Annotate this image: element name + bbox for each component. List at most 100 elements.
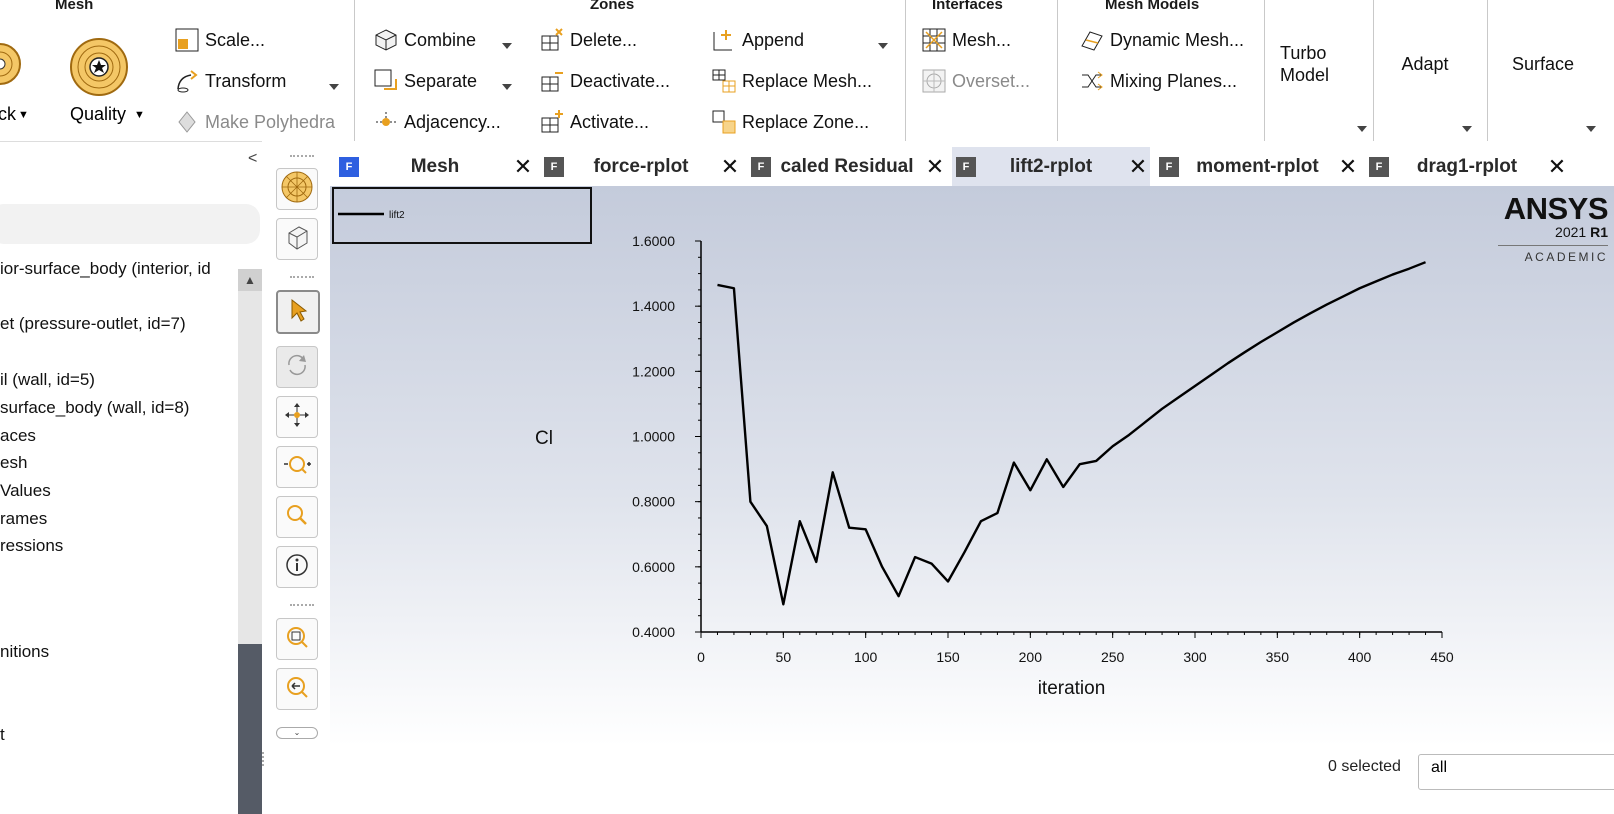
quality-label: Quality	[70, 104, 126, 125]
outline-tree-item[interactable]: rames	[0, 509, 47, 529]
replace-mesh-label: Replace Mesh...	[742, 71, 872, 92]
check-icon[interactable]	[0, 42, 22, 86]
outline-tree-item[interactable]: aces	[0, 426, 36, 446]
close-tab-icon[interactable]: ✕	[511, 154, 535, 180]
graphics-window[interactable]: 0.40000.60000.80001.00001.20001.40001.60…	[330, 186, 1614, 746]
tab-3[interactable]: Flift2-rplot✕	[952, 147, 1150, 186]
separate-button[interactable]: Separate	[374, 69, 477, 93]
check-button[interactable]: ck▼	[0, 104, 29, 125]
activate-grid-icon	[540, 110, 564, 134]
y-tick-label: 0.4000	[632, 624, 675, 640]
close-tab-icon[interactable]: ✕	[1336, 154, 1360, 180]
append-dropdown-icon[interactable]	[878, 43, 888, 49]
combine-dropdown-icon[interactable]	[502, 43, 512, 49]
rotate-button[interactable]	[276, 346, 318, 388]
overset-button[interactable]: Overset...	[922, 69, 1030, 93]
tab-0[interactable]: FMesh✕	[335, 147, 535, 186]
zoom-previous-button[interactable]	[276, 668, 318, 710]
outline-scrollbar[interactable]: ▲	[238, 269, 262, 791]
toolbar-grip[interactable]	[290, 276, 314, 284]
logo-brand: ANSYS	[1488, 194, 1608, 224]
outline-tree-item[interactable]: t	[0, 725, 5, 745]
fluent-window-icon: F	[1369, 157, 1389, 177]
append-button[interactable]: Append	[712, 28, 804, 52]
outline-tree-item[interactable]: esh	[0, 453, 27, 473]
zoom-to-fit-button[interactable]	[276, 618, 318, 660]
outline-tree-item[interactable]: surface_body (wall, id=8)	[0, 398, 189, 418]
y-tick-label: 1.0000	[632, 429, 675, 445]
x-tick-label: 250	[1101, 649, 1125, 665]
dynamic-mesh-label: Dynamic Mesh...	[1110, 30, 1244, 51]
mixing-planes-button[interactable]: Mixing Planes...	[1080, 69, 1237, 93]
quality-icon[interactable]	[70, 38, 128, 96]
y-axis-label: Cl	[535, 428, 553, 449]
turbo-dropdown-icon[interactable]	[1357, 126, 1367, 132]
close-tab-icon[interactable]: ✕	[923, 154, 947, 180]
adjacency-button[interactable]: Adjacency...	[374, 110, 501, 134]
scale-button[interactable]: Scale...	[175, 28, 265, 52]
toolbar-grip[interactable]	[290, 604, 314, 612]
logo-edition: ACADEMIC	[1488, 250, 1608, 264]
scrollbar-thumb[interactable]	[238, 644, 262, 814]
ribbon-divider	[1373, 0, 1374, 141]
turbo-model-button[interactable]: Turbo Model	[1280, 42, 1360, 86]
outline-tree-item[interactable]: ior-surface_body (interior, id	[0, 259, 211, 279]
combine-button[interactable]: Combine	[374, 28, 476, 52]
collapse-panel-button[interactable]: <	[248, 150, 257, 168]
interfaces-mesh-button[interactable]: Mesh...	[922, 28, 1011, 52]
tab-5[interactable]: Fdrag1-rplot✕	[1365, 147, 1569, 186]
make-polyhedra-button[interactable]: Make Polyhedra	[175, 110, 335, 134]
toolbar-more-button[interactable]: ⌄	[276, 727, 318, 739]
separate-label: Separate	[404, 71, 477, 92]
close-tab-icon[interactable]: ✕	[1126, 154, 1150, 180]
make-polyhedra-label: Make Polyhedra	[205, 112, 335, 133]
scale-icon	[175, 28, 199, 52]
zoom-button[interactable]	[276, 496, 318, 538]
outline-tree-item[interactable]: nitions	[0, 642, 49, 662]
x-tick-label: 100	[854, 649, 878, 665]
transform-button[interactable]: Transform	[175, 69, 286, 93]
separate-dropdown-icon[interactable]	[502, 84, 512, 90]
delete-zone-button[interactable]: Delete...	[540, 28, 637, 52]
toolbar-grip[interactable]	[290, 155, 314, 163]
surface-dropdown-icon[interactable]	[1586, 126, 1596, 132]
filter-search-input[interactable]	[0, 204, 260, 244]
selection-filter-select[interactable]: all	[1418, 754, 1614, 790]
dynamic-mesh-button[interactable]: Dynamic Mesh...	[1080, 28, 1244, 52]
close-tab-icon[interactable]: ✕	[1545, 154, 1569, 180]
tab-1[interactable]: Fforce-rplot✕	[540, 147, 742, 186]
graphics-statusbar: 0 selected all	[262, 746, 1614, 790]
tab-label: caled Residual	[771, 156, 923, 178]
mixing-planes-icon	[1080, 69, 1104, 93]
outline-tree-item[interactable]: et (pressure-outlet, id=7)	[0, 314, 186, 334]
deactivate-grid-icon	[540, 69, 564, 93]
zoom-in-out-button[interactable]	[276, 446, 318, 488]
probe-info-button[interactable]	[276, 546, 318, 588]
select-pointer-button[interactable]	[276, 290, 320, 334]
adapt-dropdown-icon[interactable]	[1462, 126, 1472, 132]
bounding-box-button[interactable]	[276, 218, 318, 260]
outline-tree-item[interactable]: il (wall, id=5)	[0, 370, 95, 390]
replace-zone-button[interactable]: Replace Zone...	[712, 110, 869, 134]
adapt-button[interactable]: Adapt	[1385, 53, 1465, 75]
close-tab-icon[interactable]: ✕	[718, 154, 742, 180]
replace-mesh-button[interactable]: Replace Mesh...	[712, 69, 872, 93]
outline-tree-item[interactable]: ressions	[0, 536, 63, 556]
lift-residual-plot: 0.40000.60000.80001.00001.20001.40001.60…	[330, 186, 1614, 746]
quality-button[interactable]: Quality▼	[70, 104, 145, 125]
scroll-up-icon[interactable]: ▲	[238, 269, 262, 291]
tab-2[interactable]: Fcaled Residual✕	[747, 147, 947, 186]
zones-group-title: Zones	[590, 0, 634, 13]
transform-dropdown-icon[interactable]	[329, 84, 339, 90]
pan-button[interactable]	[276, 396, 318, 438]
deactivate-button[interactable]: Deactivate...	[540, 69, 670, 93]
tab-4[interactable]: Fmoment-rplot✕	[1155, 147, 1360, 186]
activate-button[interactable]: Activate...	[540, 110, 649, 134]
ribbon-divider	[1057, 0, 1058, 141]
outline-tree-item[interactable]: Values	[0, 481, 51, 501]
series-line-lift2	[717, 262, 1425, 604]
mesh-display-button[interactable]	[276, 168, 318, 210]
surface-button[interactable]: Surface	[1498, 53, 1588, 75]
zoom-fit-icon	[284, 624, 310, 655]
info-icon	[284, 552, 310, 583]
